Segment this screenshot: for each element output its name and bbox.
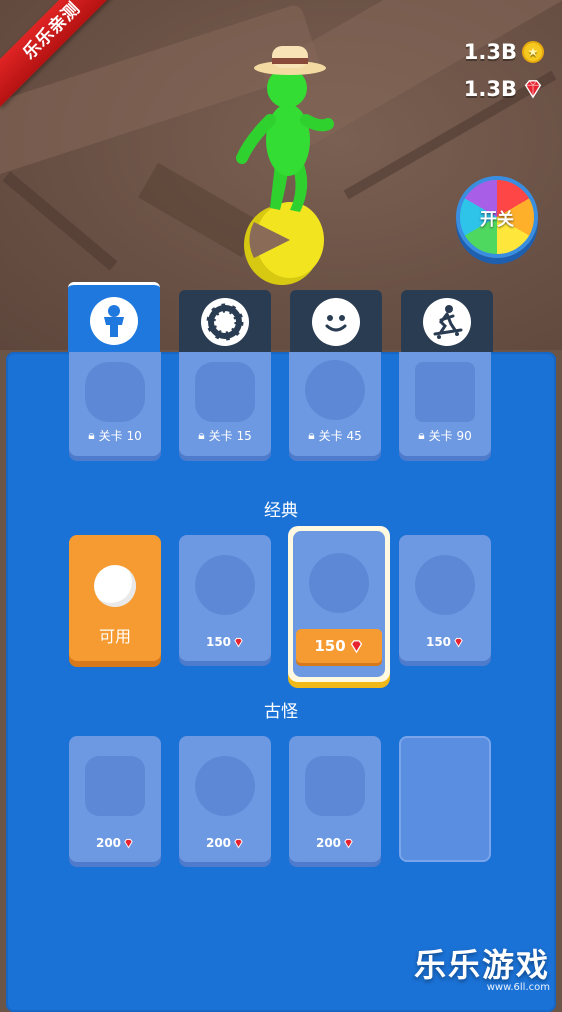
locked-item-card[interactable]: 🔒︎ 关卡 15 xyxy=(179,352,271,456)
goggles-icon xyxy=(195,362,255,422)
item-card-cap[interactable]: 150 xyxy=(179,535,271,661)
gas-mask-icon xyxy=(85,362,145,422)
locked-item-card[interactable]: 🔒︎ 关卡 45 xyxy=(289,352,381,456)
lock-icon: 🔒︎ xyxy=(418,428,425,442)
available-label: 可用 xyxy=(98,627,131,646)
skateboard-icon xyxy=(423,298,471,346)
player-character xyxy=(236,46,334,285)
wheel-label: 开关 xyxy=(480,209,514,230)
box-head-icon xyxy=(85,756,145,816)
price-label: 200 xyxy=(95,836,122,850)
gem-icon xyxy=(454,637,463,647)
gem-icon xyxy=(344,838,353,848)
fedora-hat-icon xyxy=(309,553,369,613)
coin-icon: ★ xyxy=(522,41,544,63)
helmet-icon xyxy=(305,360,365,420)
coin-amount: 1.3B xyxy=(463,40,517,64)
cap-icon xyxy=(195,555,255,615)
unlock-level-label: 关卡 15 xyxy=(208,429,252,443)
gem-icon xyxy=(524,80,542,99)
tv-head-icon xyxy=(415,362,475,422)
item-card-hair[interactable]: 200 xyxy=(179,736,271,862)
ground-line xyxy=(2,171,118,271)
tab-ring[interactable] xyxy=(179,290,271,354)
section-title-classic: 经典 xyxy=(264,501,298,521)
spin-wheel-toggle-button[interactable]: 开关 xyxy=(456,176,538,258)
gem-amount: 1.3B xyxy=(463,77,517,101)
item-card-fedora-selected[interactable]: 150 xyxy=(288,526,390,682)
tab-skateboard[interactable] xyxy=(401,290,493,354)
buy-price-label: 150 xyxy=(314,637,346,655)
smiley-face-icon xyxy=(312,298,360,346)
tab-body[interactable] xyxy=(68,282,160,356)
price-label: 200 xyxy=(315,836,342,850)
item-card-visor[interactable]: 150 xyxy=(399,535,491,661)
gem-counter: 1.3B xyxy=(464,77,544,101)
gem-icon xyxy=(350,639,362,653)
price-label: 200 xyxy=(205,836,232,850)
unlock-level-label: 关卡 10 xyxy=(98,429,142,443)
watermark-title: 乐乐游戏 xyxy=(413,946,550,984)
gem-icon xyxy=(124,838,133,848)
locked-item-card[interactable]: 🔒︎ 关卡 90 xyxy=(399,352,491,456)
price-label: 150 xyxy=(425,635,452,649)
locked-item-card[interactable]: 🔒︎ 关卡 10 xyxy=(69,352,161,456)
ring-icon xyxy=(201,298,249,346)
buy-button[interactable]: 150 xyxy=(296,629,382,663)
watermark-url: www.6ll.com xyxy=(486,982,550,993)
lock-icon: 🔒︎ xyxy=(88,428,95,442)
gem-icon xyxy=(234,838,243,848)
plain-head-icon xyxy=(94,565,136,607)
gem-icon xyxy=(234,637,243,647)
body-icon xyxy=(90,296,138,345)
price-label: 150 xyxy=(205,635,232,649)
visor-icon xyxy=(415,555,475,615)
item-card-ushanka[interactable]: 200 xyxy=(289,736,381,862)
hair-icon xyxy=(195,756,255,816)
unlock-level-label: 关卡 90 xyxy=(428,429,472,443)
lock-icon: 🔒︎ xyxy=(308,428,315,442)
site-watermark: 乐乐游戏 www.6ll.com xyxy=(414,940,550,993)
fur-hat-icon xyxy=(305,756,365,816)
section-title-quirky: 古怪 xyxy=(264,702,298,722)
lock-icon: 🔒︎ xyxy=(198,428,205,442)
unlock-level-label: 关卡 45 xyxy=(318,429,362,443)
item-card-box-head[interactable]: 200 xyxy=(69,736,161,862)
empty-slot xyxy=(399,736,491,862)
shop-panel: 🔒︎ 关卡 10 🔒︎ 关卡 15 🔒︎ 关卡 45 🔒︎ 关卡 90 经典 可用 15… xyxy=(6,352,556,1012)
item-card-default[interactable]: 可用 xyxy=(69,535,161,661)
tab-face[interactable] xyxy=(290,290,382,354)
coin-counter: 1.3B ★ xyxy=(464,40,544,64)
